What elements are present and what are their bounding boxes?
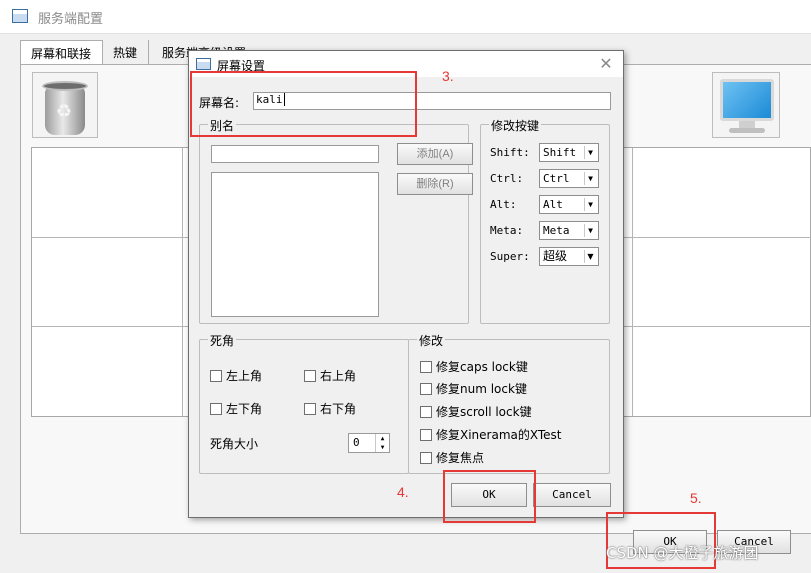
main-titlebar: 服务端配置: [0, 0, 811, 34]
fix-focus-label: 修复焦点: [436, 451, 485, 465]
super-label: Super:: [490, 250, 530, 263]
top-left-label: 左上角: [226, 369, 263, 383]
shift-label: Shift:: [490, 146, 530, 159]
checkbox-box: [304, 403, 316, 415]
close-icon[interactable]: ✕: [595, 54, 617, 74]
fix-caps-lock-label: 修复caps lock键: [436, 360, 528, 374]
super-select[interactable]: 超级 ▼: [539, 247, 599, 266]
chevron-down-icon: ▼: [584, 172, 596, 185]
meta-label: Meta:: [490, 224, 524, 237]
checkbox-box: [420, 452, 432, 464]
corner-size-label: 死角大小: [210, 437, 259, 451]
bottom-right-corner-checkbox[interactable]: 右下角: [304, 401, 356, 417]
remove-alias-button[interactable]: 删除(R): [397, 173, 473, 195]
spin-down-icon[interactable]: ▼: [375, 443, 389, 452]
checkbox-box: [210, 403, 222, 415]
annotation-box-step3: [190, 71, 417, 137]
grid-divider: [182, 148, 183, 416]
tab-screens-and-links[interactable]: 屏幕和联接: [20, 40, 103, 64]
bottom-left-label: 左下角: [226, 402, 263, 416]
alt-label: Alt:: [490, 198, 517, 211]
super-select-value: 超级: [543, 249, 568, 263]
checkbox-box: [304, 370, 316, 382]
checkbox-box: [210, 370, 222, 382]
fix-caps-lock-checkbox[interactable]: 修复caps lock键: [420, 359, 528, 375]
trash-can-rim: [42, 81, 88, 91]
modifier-keys-title: 修改按键: [489, 117, 542, 134]
recycle-icon: ♻: [56, 101, 73, 122]
fix-num-lock-checkbox[interactable]: 修复num lock键: [420, 381, 527, 397]
fix-scroll-lock-checkbox[interactable]: 修复scroll lock键: [420, 404, 532, 420]
top-right-label: 右上角: [320, 369, 357, 383]
main-window-title: 服务端配置: [38, 12, 104, 27]
modifier-keys-group: 修改按键 Shift: Shift ▼ Ctrl: Ctrl ▼ Alt: Alt ▼…: [480, 117, 610, 324]
spin-up-icon[interactable]: ▲: [375, 434, 389, 443]
alias-input[interactable]: [211, 145, 379, 163]
annotation-box-step4: [443, 470, 536, 523]
checkbox-box: [420, 406, 432, 418]
checkbox-box: [420, 383, 432, 395]
checkbox-box: [420, 429, 432, 441]
dialog-window-icon: [196, 58, 211, 70]
grid-divider: [632, 148, 633, 416]
ctrl-select[interactable]: Ctrl ▼: [539, 169, 599, 188]
annotation-step3: 3.: [442, 68, 454, 84]
app-window-icon: [12, 9, 28, 23]
monitor-icon[interactable]: [712, 72, 780, 138]
meta-select[interactable]: Meta ▼: [539, 221, 599, 240]
shift-select-value: Shift: [543, 146, 577, 159]
alt-select[interactable]: Alt ▼: [539, 195, 599, 214]
checkbox-box: [420, 361, 432, 373]
bottom-left-corner-checkbox[interactable]: 左下角: [210, 401, 262, 417]
fix-focus-checkbox[interactable]: 修复焦点: [420, 450, 484, 466]
annotation-step5: 5.: [690, 490, 702, 506]
fix-xinerama-label: 修复Xinerama的XTest: [436, 428, 562, 442]
chevron-down-icon: ▼: [584, 146, 596, 159]
monitor-screen: [720, 79, 774, 121]
ctrl-select-value: Ctrl: [543, 172, 570, 185]
corner-size-value: 0: [353, 436, 360, 449]
bottom-right-label: 右下角: [320, 402, 357, 416]
aliases-group: 别名 添加(A) 删除(R): [199, 117, 473, 324]
shift-select[interactable]: Shift ▼: [539, 143, 599, 162]
fix-scroll-lock-label: 修复scroll lock键: [436, 405, 532, 419]
corner-size-spinbox[interactable]: 0 ▲ ▼: [348, 433, 390, 453]
top-left-corner-checkbox[interactable]: 左上角: [210, 368, 262, 384]
alt-select-value: Alt: [543, 198, 563, 211]
dead-corners-title: 死角: [208, 332, 237, 349]
alias-list[interactable]: [211, 172, 379, 317]
dialog-cancel-button[interactable]: Cancel: [533, 483, 611, 507]
add-alias-button[interactable]: 添加(A): [397, 143, 473, 165]
annotation-step4: 4.: [397, 484, 409, 500]
top-right-corner-checkbox[interactable]: 右上角: [304, 368, 356, 384]
watermark: CSDN @大橙子旅游团: [606, 544, 759, 562]
fix-num-lock-label: 修复num lock键: [436, 382, 527, 396]
dead-corners-group: 死角 左上角 右上角 左下角 右下角 死角大小 0 ▲ ▼: [199, 332, 409, 474]
chevron-down-icon: ▼: [584, 250, 596, 263]
monitor-base: [729, 128, 765, 133]
fixes-title: 修改: [417, 332, 446, 349]
tab-hotkeys[interactable]: 热键: [104, 40, 149, 64]
fix-xinerama-checkbox[interactable]: 修复Xinerama的XTest: [420, 427, 562, 443]
trash-icon[interactable]: ♻: [32, 72, 98, 138]
chevron-down-icon: ▼: [584, 198, 596, 211]
chevron-down-icon: ▼: [584, 224, 596, 237]
meta-select-value: Meta: [543, 224, 570, 237]
ctrl-label: Ctrl:: [490, 172, 524, 185]
fixes-group: 修改 修复caps lock键 修复num lock键 修复scroll loc…: [408, 332, 610, 474]
